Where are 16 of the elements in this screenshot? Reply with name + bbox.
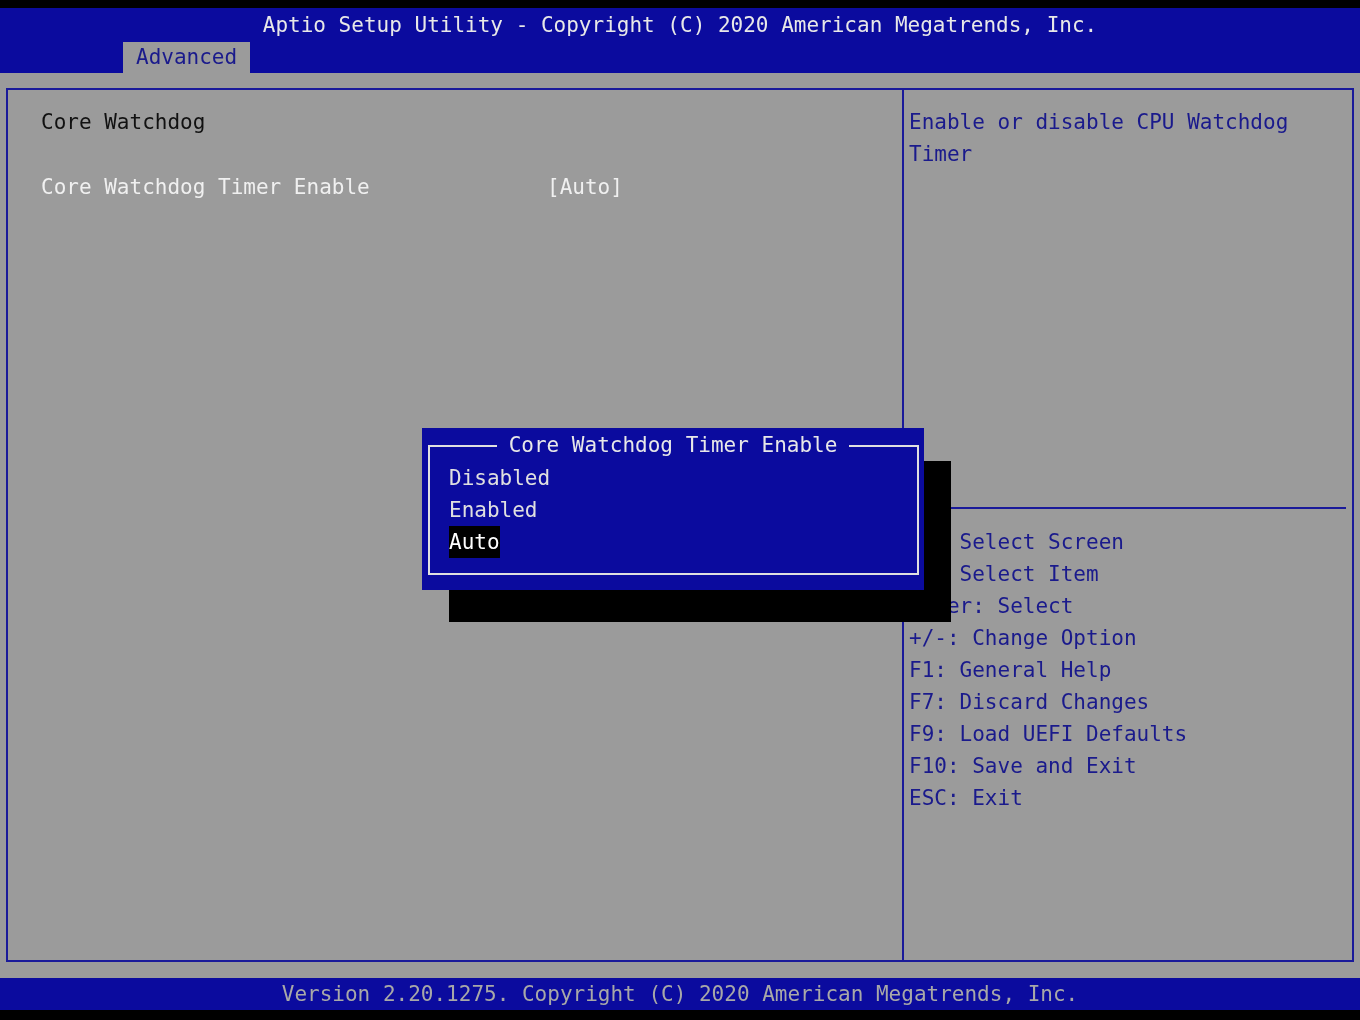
key-hint: +/-: Change Option: [909, 626, 1137, 650]
advanced-tab[interactable]: Advanced: [123, 42, 251, 73]
key-hint: Select Item: [959, 562, 1099, 586]
key-hint: F9: Load UEFI Defaults: [909, 722, 1188, 746]
popup-option[interactable]: Auto: [449, 526, 500, 558]
key-hint: F1: General Help: [909, 658, 1112, 682]
window-title: Aptio Setup Utility - Copyright (C) 2020 American Megatrends, Inc.: [262, 12, 1098, 39]
popup-option[interactable]: Enabled: [449, 494, 538, 526]
key-hint: F10: Save and Exit: [909, 754, 1137, 778]
key-hint: Select Screen: [959, 530, 1124, 554]
popup-option[interactable]: Disabled: [449, 462, 551, 494]
key-hint: F7: Discard Changes: [909, 690, 1150, 714]
footer-bar: Version 2.20.1275. Copyright (C) 2020 American Megatrends, Inc.: [0, 978, 1360, 1010]
key-hint: ESC: Exit: [909, 786, 1023, 810]
section-heading: Core Watchdog: [41, 109, 207, 136]
help-text: Enable or disable CPU Watchdog Timer: [909, 109, 1290, 168]
